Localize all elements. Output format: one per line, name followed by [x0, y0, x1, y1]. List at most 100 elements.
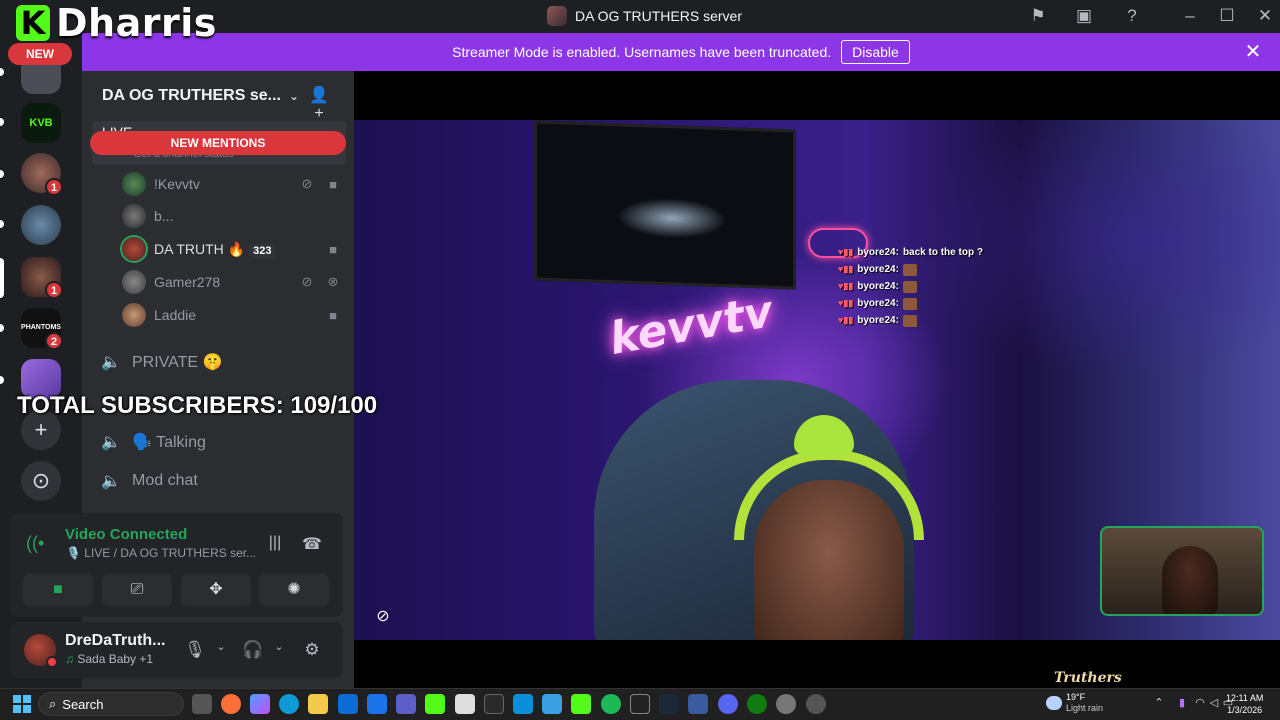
- weather-widget[interactable]: 19°F Light rain: [1046, 692, 1103, 714]
- app-icon[interactable]: [688, 694, 708, 714]
- app-icon[interactable]: [806, 694, 826, 714]
- voice-user-da-truth[interactable]: DA TRUTH 🔥 323 ■: [122, 233, 342, 265]
- discord-icon[interactable]: [718, 694, 738, 714]
- new-badge[interactable]: NEW: [8, 43, 72, 65]
- user-name[interactable]: DreDaTruth...: [65, 632, 165, 650]
- minimize-icon[interactable]: –: [1179, 5, 1201, 27]
- server-kvb[interactable]: KVB: [21, 103, 61, 143]
- noise-suppression-icon[interactable]: |||: [263, 534, 287, 554]
- invite-people-icon[interactable]: 👤+: [308, 85, 330, 122]
- chat-line: ♥▮▮ byore24: back to the top ?: [838, 247, 983, 258]
- camera-icon: ■: [329, 176, 337, 192]
- task-view-icon[interactable]: [192, 694, 212, 714]
- server-phantoms-badge: 2: [45, 332, 63, 350]
- deafened-icon: ⊘: [301, 176, 313, 191]
- maximize-icon[interactable]: ☐: [1216, 5, 1238, 27]
- photos-icon[interactable]: [542, 694, 562, 714]
- user-activity: ♫ Sada Baby +1: [65, 652, 153, 666]
- app-icon[interactable]: [455, 694, 475, 714]
- server-4[interactable]: [21, 205, 61, 245]
- channel-mod-chat[interactable]: 🔈 Mod chat: [100, 465, 340, 497]
- headset-off-icon: ⊗: [327, 274, 339, 289]
- selected-pill: [0, 258, 4, 298]
- voice-user-kevvtv[interactable]: !Kevvtv ⊘ ■: [122, 168, 342, 200]
- badge-icons: ♥▮▮: [838, 298, 854, 308]
- kick-studio-icon[interactable]: [571, 694, 591, 714]
- tray-chevron-up-icon[interactable]: ⌃: [1152, 696, 1166, 710]
- settings-app-icon[interactable]: [776, 694, 796, 714]
- streamer-mode-banner: Streamer Mode is enabled. Usernames have…: [82, 33, 1280, 71]
- disable-streamer-mode-button[interactable]: Disable: [841, 40, 910, 64]
- server-name: DA OG TRUTHERS se...: [102, 87, 281, 104]
- channel-name: Mod chat: [132, 472, 198, 489]
- voice-channel-path[interactable]: 🎙️ LIVE / DA OG TRUTHERS ser...: [66, 546, 256, 560]
- tray-app-icon[interactable]: ▮: [1175, 696, 1189, 710]
- activity-text: Sada Baby: [77, 652, 137, 666]
- search-icon: ⌕: [49, 696, 57, 711]
- settings-gear-icon[interactable]: ⚙: [301, 640, 323, 662]
- xbox-icon[interactable]: [747, 694, 767, 714]
- speaker-lock-icon: 🔈: [101, 354, 121, 371]
- channel-talking[interactable]: 🔈 🗣️ Talking: [100, 426, 340, 458]
- live-icon: 🔥: [227, 240, 246, 257]
- headphones-icon[interactable]: 🎧: [242, 640, 264, 662]
- voice-user-name: Laddie: [154, 307, 197, 323]
- avatar: [122, 270, 146, 294]
- microphone-icon[interactable]: 🎙: [184, 640, 206, 662]
- spotify-icon[interactable]: [601, 694, 621, 714]
- wifi-icon[interactable]: ◠: [1193, 696, 1207, 710]
- steam-icon[interactable]: [659, 694, 679, 714]
- taskbar-clock[interactable]: 12:11 AM 1/3/2026: [1226, 692, 1263, 716]
- taskbar-search[interactable]: ⌕ Search: [38, 692, 184, 716]
- brand-name: Dharris: [56, 1, 217, 45]
- copilot-icon[interactable]: [250, 694, 270, 714]
- neon-sign: kevvtv: [605, 286, 777, 365]
- picture-in-picture-webcam[interactable]: [1100, 526, 1264, 616]
- inbox-icon[interactable]: ▣: [1073, 5, 1095, 27]
- kick-app-icon[interactable]: [425, 694, 445, 714]
- voice-user-b[interactable]: b...: [122, 200, 342, 232]
- voice-user-gamer278[interactable]: Gamer278 ⊘ ⊗: [122, 266, 342, 298]
- avatar: [122, 204, 146, 228]
- store-icon[interactable]: [338, 694, 358, 714]
- volume-icon[interactable]: ◁: [1207, 696, 1221, 710]
- badge-icons: ♥▮▮: [838, 315, 854, 325]
- windows-start-icon[interactable]: [13, 695, 31, 713]
- stream-muted-icon: ⊘: [376, 608, 390, 625]
- screen-share-button[interactable]: ⎚: [102, 574, 172, 606]
- file-explorer-icon[interactable]: [308, 694, 328, 714]
- audio-options-chevron-icon[interactable]: ⌄: [268, 640, 290, 662]
- chat-line: ♥▮▮ byore24:: [838, 261, 983, 278]
- epic-games-icon[interactable]: [630, 694, 650, 714]
- close-banner-icon[interactable]: ✕: [1242, 41, 1264, 63]
- user-panel: [10, 622, 343, 678]
- camera-toggle-button[interactable]: ■: [23, 574, 93, 606]
- music-icon: ♫: [65, 652, 74, 666]
- deafened-icon: ⊘: [301, 274, 313, 289]
- outlook-icon[interactable]: [367, 694, 387, 714]
- brand-logo: K Dharris: [16, 1, 217, 45]
- voice-user-name: b...: [154, 208, 174, 224]
- discover-icon[interactable]: ⊙: [21, 461, 61, 501]
- help-icon[interactable]: ?: [1121, 5, 1143, 27]
- firefox-icon[interactable]: [221, 694, 241, 714]
- new-mentions-button[interactable]: NEW MENTIONS: [90, 131, 346, 155]
- mic-options-chevron-icon[interactable]: ⌄: [210, 640, 232, 662]
- signal-icon[interactable]: ((•: [26, 533, 54, 557]
- disconnect-icon[interactable]: ☎: [300, 534, 324, 554]
- app-icon[interactable]: [513, 694, 533, 714]
- app-icon[interactable]: [484, 694, 504, 714]
- voice-user-laddie[interactable]: Laddie ■: [122, 299, 342, 331]
- search-label: Search: [62, 696, 104, 712]
- soundboard-button[interactable]: ✺: [259, 574, 329, 606]
- activities-button[interactable]: ✥: [181, 574, 251, 606]
- close-window-icon[interactable]: ✕: [1254, 5, 1276, 27]
- edge-icon[interactable]: [279, 694, 299, 714]
- channel-private[interactable]: 🔈 PRIVATE 🤫: [100, 346, 340, 378]
- activity-extra: +1: [139, 652, 154, 666]
- flag-icon[interactable]: ⚑: [1027, 5, 1049, 27]
- chat-line: ♥▮▮ byore24:: [838, 312, 983, 329]
- teams-icon[interactable]: [396, 694, 416, 714]
- voice-status[interactable]: Video Connected: [65, 526, 187, 543]
- tv-glow: [617, 196, 727, 241]
